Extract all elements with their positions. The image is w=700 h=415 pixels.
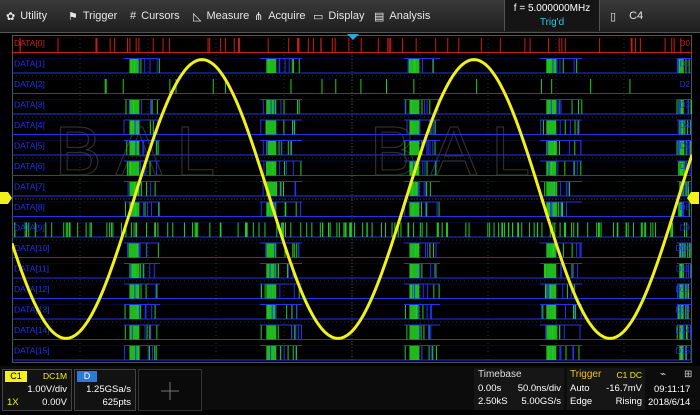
timebase-sample-rate: 5.00GS/s bbox=[521, 396, 561, 407]
measure-icon: ◺ bbox=[193, 10, 202, 23]
trigger-mode: Auto bbox=[570, 383, 590, 394]
clock-area: ⌁ ⊞ 09:11:17 2018/6/14 bbox=[648, 368, 700, 410]
digital-sample-rate: 1.25GSa/s bbox=[86, 384, 131, 395]
c1-coupling: DC1M bbox=[43, 371, 68, 381]
cursors-icon: # bbox=[130, 10, 137, 22]
trigger-slope: Rising bbox=[615, 396, 642, 407]
menu-cursors[interactable]: # Cursors bbox=[130, 0, 180, 32]
timebase-box[interactable]: Timebase 0.00s 50.0ns/div 2.50kS 5.00GS/… bbox=[474, 368, 564, 410]
menu-utility-label: Utility bbox=[20, 10, 48, 22]
clock-date: 2018/6/14 bbox=[648, 397, 691, 408]
trigger-status: Trig'd bbox=[539, 17, 565, 28]
frequency-readout: f = 5.000000MHz bbox=[513, 3, 591, 14]
menu-measure-label: Measure bbox=[206, 10, 250, 22]
channel-icon: ▯ bbox=[610, 10, 617, 23]
c1-offset: 0.00V bbox=[42, 397, 67, 408]
c1-tag: C1 bbox=[5, 371, 27, 382]
channel-selector-label: C4 bbox=[629, 10, 644, 22]
menu-analysis[interactable]: ▤ Analysis bbox=[374, 0, 430, 32]
c1-scale: 1.00V/div bbox=[27, 384, 67, 395]
trigger-box[interactable]: Trigger C1 DC Auto -16.7mV Edge Rising bbox=[567, 368, 645, 410]
trigger-title: Trigger bbox=[570, 369, 602, 380]
c1-info-box[interactable]: C1 DC1M 1.00V/div 1X 0.00V bbox=[2, 369, 72, 411]
add-channel-slot[interactable] bbox=[138, 369, 202, 411]
menu-acquire[interactable]: ⋔ Acquire bbox=[254, 0, 306, 32]
channel-selector[interactable]: ▯ C4 bbox=[610, 0, 643, 32]
network-icon[interactable]: ⊞ bbox=[684, 369, 692, 380]
menu-analysis-label: Analysis bbox=[389, 10, 431, 22]
digital-info-box[interactable]: D 1.25GSa/s 625pts bbox=[74, 369, 136, 411]
menu-cursors-label: Cursors bbox=[141, 10, 180, 22]
menu-display-label: Display bbox=[328, 10, 365, 22]
menu-acquire-label: Acquire bbox=[268, 10, 306, 22]
menu-display[interactable]: ▭ Display bbox=[313, 0, 364, 32]
trigger-position-marker[interactable] bbox=[347, 34, 359, 40]
trigger-level: -16.7mV bbox=[606, 383, 642, 394]
menu-measure[interactable]: ◺ Measure bbox=[193, 0, 249, 32]
analysis-icon: ▤ bbox=[374, 10, 385, 23]
clock-time: 09:11:17 bbox=[654, 384, 691, 395]
timebase-memory: 2.50kS bbox=[478, 396, 508, 407]
plus-icon bbox=[161, 382, 179, 400]
trigger-flag-icon: ⚑ bbox=[68, 10, 78, 23]
menu-trigger-label: Trigger bbox=[82, 10, 118, 22]
timebase-delay: 0.00s bbox=[478, 383, 502, 394]
usb-icon[interactable]: ⌁ bbox=[660, 369, 666, 380]
trigger-type: Edge bbox=[570, 396, 593, 407]
menu-bar: ✿ Utility ⚑ Trigger # Cursors ◺ Measure ⋔ Acq… bbox=[0, 0, 700, 33]
frequency-counter: f = 5.000000MHz Trig'd bbox=[504, 0, 600, 31]
status-bar: C1 DC1M 1.00V/div 1X 0.00V D 1.25GSa/s 6… bbox=[0, 366, 700, 411]
utility-icon: ✿ bbox=[6, 10, 16, 23]
menu-trigger[interactable]: ⚑ Trigger bbox=[68, 0, 117, 32]
menu-utility[interactable]: ✿ Utility bbox=[6, 0, 47, 32]
digital-tag: D bbox=[77, 371, 97, 382]
digital-points: 625pts bbox=[102, 397, 131, 408]
timebase-title: Timebase bbox=[478, 369, 522, 380]
display-icon: ▭ bbox=[313, 10, 324, 23]
c1-offset-marker[interactable] bbox=[0, 192, 12, 204]
c1-probe: 1X bbox=[7, 397, 19, 408]
trigger-level-marker[interactable] bbox=[687, 192, 699, 204]
trigger-source: C1 DC bbox=[616, 370, 642, 380]
acquire-icon: ⋔ bbox=[254, 10, 264, 23]
timebase-scale: 50.0ns/div bbox=[517, 383, 561, 394]
